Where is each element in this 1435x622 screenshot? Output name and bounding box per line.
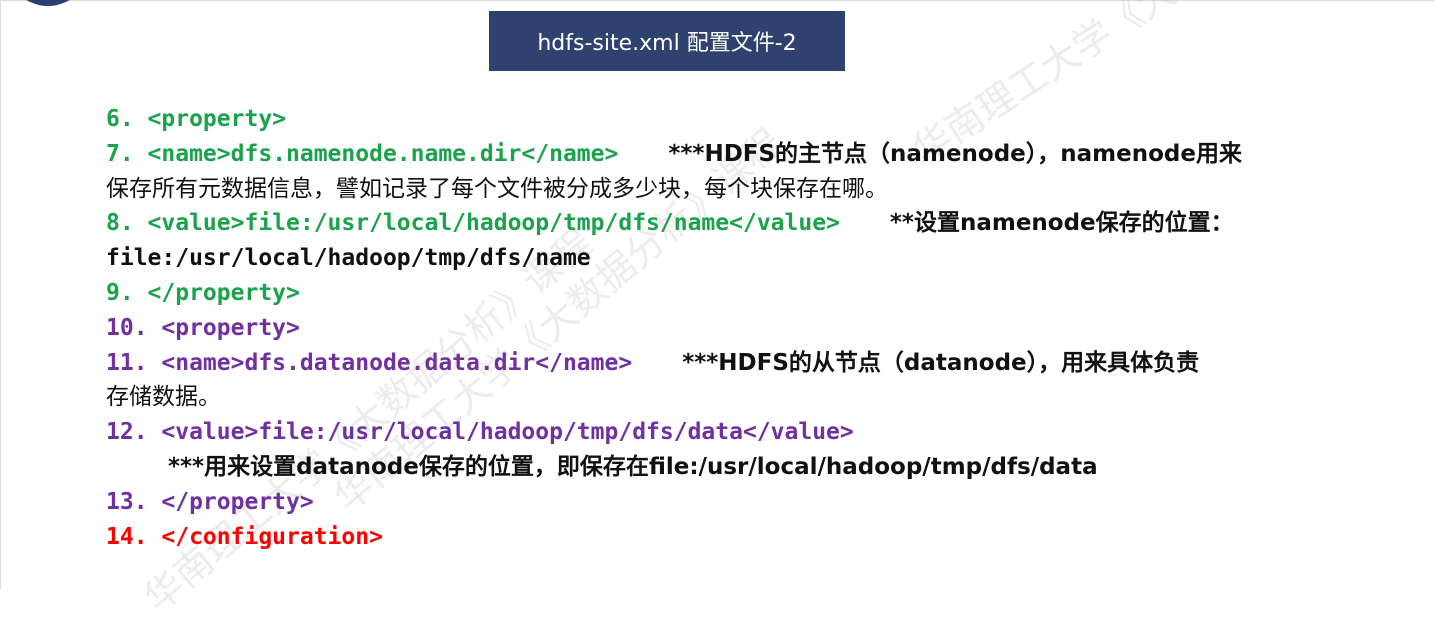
code-line-7-note: ***HDFS的主节点（namenode），namenode用来 — [668, 140, 1242, 167]
slide-left-border — [0, 0, 1, 589]
code-line-12-note-text: ***用来设置datanode保存的位置，即保存在file:/usr/local… — [168, 453, 1098, 480]
code-line-8-continuation: file:/usr/local/hadoop/tmp/dfs/name — [106, 245, 591, 272]
code-line-7-continuation: 保存所有元数据信息，譬如记录了每个文件被分成多少块，每个块保存在哪。 — [106, 175, 888, 202]
code-listing: 6. <property> 7. <name>dfs.namenode.name… — [106, 102, 1396, 554]
code-line-8-note: **设置namenode保存的位置： — [889, 210, 1234, 237]
code-line-11-continuation: 存储数据。 — [106, 384, 221, 411]
code-line-9: 9. </property> — [106, 279, 300, 306]
code-line-8-code: 8. <value>file:/usr/local/hadoop/tmp/dfs… — [106, 210, 840, 237]
code-line-12-note: ***用来设置datanode保存的位置，即保存在file:/usr/local… — [106, 450, 1396, 485]
code-line-10: 10. <property> — [106, 314, 300, 341]
code-line-6: 6. <property> — [106, 106, 287, 132]
slide-top-border — [0, 0, 1435, 1]
code-line-12: 12. <value>file:/usr/local/hadoop/tmp/df… — [106, 419, 854, 446]
code-line-11-code: 11. <name>dfs.datanode.data.dir</name> — [106, 349, 633, 376]
code-line-7-code: 7. <name>dfs.namenode.name.dir</name> — [106, 140, 619, 167]
code-line-11-note: ***HDFS的从节点（datanode），用来具体负责 — [682, 349, 1200, 376]
code-line-7: 7. <name>dfs.namenode.name.dir</name> ***… — [106, 137, 1396, 172]
code-line-13: 13. </property> — [106, 488, 314, 515]
code-line-14: 14. </configuration> — [106, 523, 383, 550]
code-line-11: 11. <name>dfs.datanode.data.dir</name> **… — [106, 346, 1396, 381]
code-line-8: 8. <value>file:/usr/local/hadoop/tmp/dfs… — [106, 206, 1396, 241]
slide-title: hdfs-site.xml 配置文件-2 — [489, 11, 845, 71]
